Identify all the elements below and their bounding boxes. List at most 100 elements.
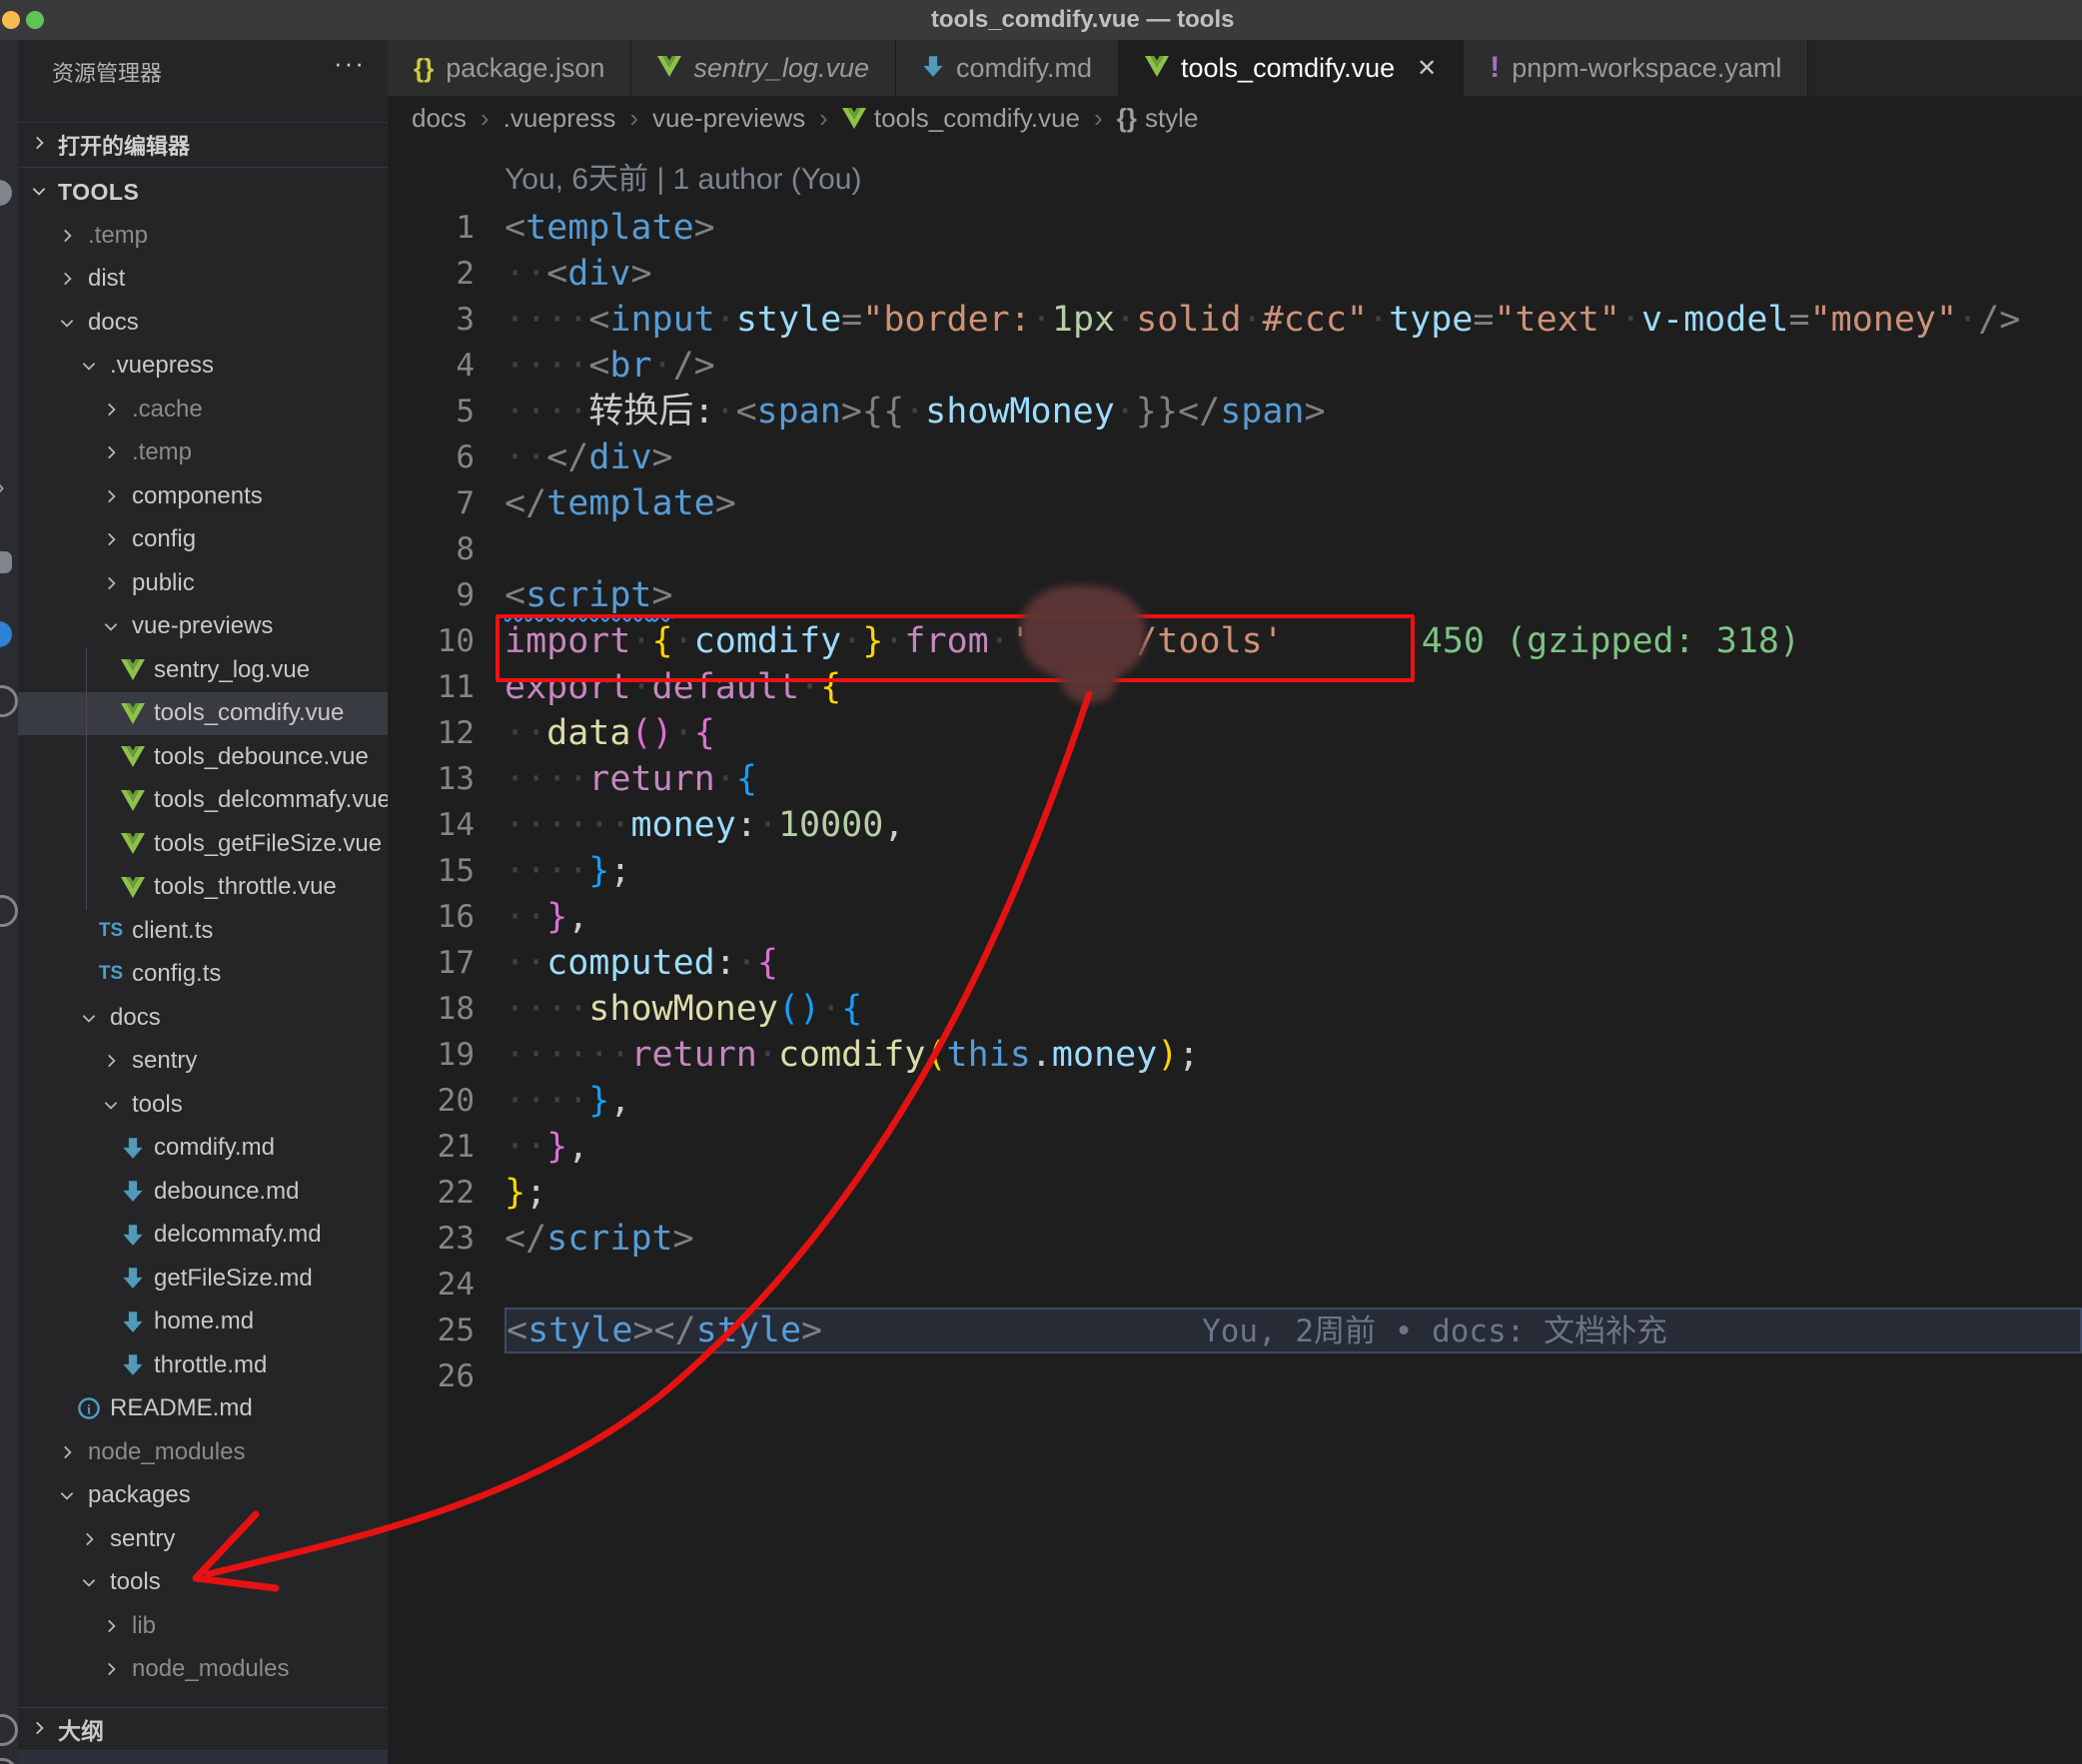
- tree-item-throttle.md[interactable]: throttle.md: [18, 1343, 388, 1387]
- tree-item-sentry_log.vue[interactable]: sentry_log.vue: [18, 648, 388, 692]
- tree-item-.temp[interactable]: .temp: [18, 214, 388, 258]
- code-line-16[interactable]: 16··},: [388, 894, 2082, 940]
- rounded-rect-icon[interactable]: [0, 551, 12, 573]
- tree-item-tools_comdify.vue[interactable]: tools_comdify.vue: [18, 692, 388, 736]
- activity-bar: ›: [0, 40, 18, 1764]
- code-line-9[interactable]: 9<script>: [388, 572, 2082, 618]
- line-number: 12: [388, 710, 505, 756]
- tree-item-sentry[interactable]: sentry: [18, 1517, 388, 1561]
- tab-label: tools_comdify.vue: [1181, 53, 1395, 84]
- tree-item-lib[interactable]: lib: [18, 1604, 388, 1648]
- code-token: ·: [673, 713, 694, 753]
- code-line-23[interactable]: 23</script>: [388, 1216, 2082, 1262]
- tab-sentry_log.vue[interactable]: sentry_log.vue: [631, 40, 896, 96]
- code-line-4[interactable]: 4····<br·/>: [388, 343, 2082, 389]
- code-line-1[interactable]: 1<template>: [388, 205, 2082, 251]
- outline-section[interactable]: 大纲: [18, 1707, 388, 1751]
- code-line-13[interactable]: 13····return·{: [388, 756, 2082, 802]
- tree-item-tools_throttle.vue[interactable]: tools_throttle.vue: [18, 866, 388, 910]
- blue-circle-icon[interactable]: [0, 621, 12, 647]
- tab-package.json[interactable]: {}package.json: [388, 40, 631, 96]
- open-editors-section[interactable]: 打开的编辑器: [18, 122, 388, 167]
- zoom-traffic-light-icon[interactable]: [26, 11, 44, 29]
- line-number: 8: [388, 526, 505, 572]
- tree-item-delcommafy.md[interactable]: delcommafy.md: [18, 1214, 388, 1258]
- code-line-25[interactable]: 25<style></style>You, 2周前 • docs: 文档补充: [388, 1308, 2082, 1353]
- tree-item-.temp[interactable]: .temp: [18, 432, 388, 475]
- tree-item-components[interactable]: components: [18, 474, 388, 518]
- code-line-14[interactable]: 14······money:·10000,: [388, 802, 2082, 848]
- code-token: ··: [505, 713, 546, 753]
- tab-pnpm-workspace.yaml[interactable]: !pnpm-workspace.yaml: [1464, 40, 1808, 96]
- circle-icon[interactable]: [0, 895, 18, 927]
- tree-item-comdify.md[interactable]: comdify.md: [18, 1127, 388, 1171]
- chevron-icon[interactable]: ›: [0, 471, 5, 502]
- code-token: ,: [567, 897, 588, 937]
- code-token: money: [630, 805, 735, 845]
- circle-icon[interactable]: [0, 685, 18, 717]
- breadcrumb-label: vue-previews: [652, 103, 805, 134]
- tab-comdify.md[interactable]: comdify.md: [896, 40, 1119, 96]
- code-line-19[interactable]: 19······return·comdify(this.money);: [388, 1032, 2082, 1078]
- code-line-24[interactable]: 24: [388, 1262, 2082, 1308]
- chevron-down-icon: [58, 314, 76, 332]
- tree-item-label: tools_throttle.vue: [154, 873, 337, 901]
- code-line-3[interactable]: 3····<input·style="border:·1px·solid·#cc…: [388, 297, 2082, 343]
- circle-icon[interactable]: [0, 180, 12, 206]
- breadcrumb-item-docs[interactable]: docs: [412, 103, 467, 134]
- tree-item-node_modules[interactable]: node_modules: [18, 1430, 388, 1474]
- tree-item-README.md[interactable]: iREADME.md: [18, 1387, 388, 1431]
- minimize-traffic-light-icon[interactable]: [2, 11, 20, 29]
- code-line-21[interactable]: 21··},: [388, 1124, 2082, 1170]
- code-line-22[interactable]: 22};: [388, 1170, 2082, 1216]
- tree-item-config[interactable]: config: [18, 518, 388, 562]
- code-token: ·: [1242, 300, 1263, 340]
- breadcrumb-item-vue-previews[interactable]: vue-previews: [652, 103, 805, 134]
- tree-item-docs[interactable]: docs: [18, 301, 388, 345]
- tree-item-tools[interactable]: tools: [18, 1561, 388, 1605]
- tree-item-packages[interactable]: packages: [18, 1474, 388, 1518]
- tree-item-.vuepress[interactable]: .vuepress: [18, 345, 388, 389]
- code-line-7[interactable]: 7</template>: [388, 480, 2082, 526]
- tree-item-getFileSize.md[interactable]: getFileSize.md: [18, 1257, 388, 1301]
- chevron-right-icon: [102, 1660, 120, 1678]
- circle-icon[interactable]: [0, 1758, 18, 1764]
- svg-text:i: i: [87, 1402, 91, 1417]
- code-line-15[interactable]: 15····};: [388, 848, 2082, 894]
- code-line-6[interactable]: 6··</div>: [388, 435, 2082, 480]
- code-editor[interactable]: You, 6天前 | 1 author (You) 1<template>2··…: [388, 140, 2082, 1764]
- tree-item-sentry[interactable]: sentry: [18, 1040, 388, 1084]
- code-line-2[interactable]: 2··<div>: [388, 251, 2082, 297]
- breadcrumb-item-tools_comdify.vue[interactable]: tools_comdify.vue: [842, 103, 1080, 134]
- tree-item-node_modules[interactable]: node_modules: [18, 1648, 388, 1692]
- tree-item-tools_getFileSize.vue[interactable]: tools_getFileSize.vue: [18, 822, 388, 866]
- tab-tools_comdify.vue[interactable]: tools_comdify.vue ✕: [1119, 40, 1464, 96]
- code-line-26[interactable]: 26: [388, 1353, 2082, 1399]
- tree-item-tools_debounce.vue[interactable]: tools_debounce.vue: [18, 735, 388, 779]
- breadcrumb-item-style[interactable]: {}style: [1117, 103, 1199, 134]
- code-line-12[interactable]: 12··data()·{: [388, 710, 2082, 756]
- code-line-17[interactable]: 17··computed:·{: [388, 940, 2082, 986]
- code-token: script: [546, 1219, 672, 1259]
- tree-item-docs[interactable]: docs: [18, 996, 388, 1040]
- tree-item-.cache[interactable]: .cache: [18, 388, 388, 432]
- tree-item-config.ts[interactable]: TSconfig.ts: [18, 953, 388, 997]
- code-line-20[interactable]: 20····},: [388, 1078, 2082, 1124]
- workspace-section[interactable]: TOOLS: [18, 167, 388, 216]
- code-token: >: [652, 575, 673, 615]
- tree-item-dist[interactable]: dist: [18, 258, 388, 302]
- tree-item-tools[interactable]: tools: [18, 1083, 388, 1127]
- tree-item-tools_delcommafy.vue[interactable]: tools_delcommafy.vue: [18, 779, 388, 823]
- code-line-8[interactable]: 8: [388, 526, 2082, 572]
- tree-item-public[interactable]: public: [18, 561, 388, 605]
- ellipsis-icon[interactable]: ···: [334, 48, 366, 79]
- circle-icon[interactable]: [0, 1714, 18, 1746]
- close-icon[interactable]: ✕: [1417, 54, 1437, 83]
- tree-item-debounce.md[interactable]: debounce.md: [18, 1170, 388, 1214]
- tree-item-client.ts[interactable]: TSclient.ts: [18, 909, 388, 953]
- tree-item-vue-previews[interactable]: vue-previews: [18, 605, 388, 649]
- tree-item-home.md[interactable]: home.md: [18, 1301, 388, 1344]
- code-line-5[interactable]: 5····转换后:·<span>{{·showMoney·}}</span>: [388, 389, 2082, 435]
- code-line-18[interactable]: 18····showMoney()·{: [388, 986, 2082, 1032]
- breadcrumb-item-.vuepress[interactable]: .vuepress: [504, 103, 616, 134]
